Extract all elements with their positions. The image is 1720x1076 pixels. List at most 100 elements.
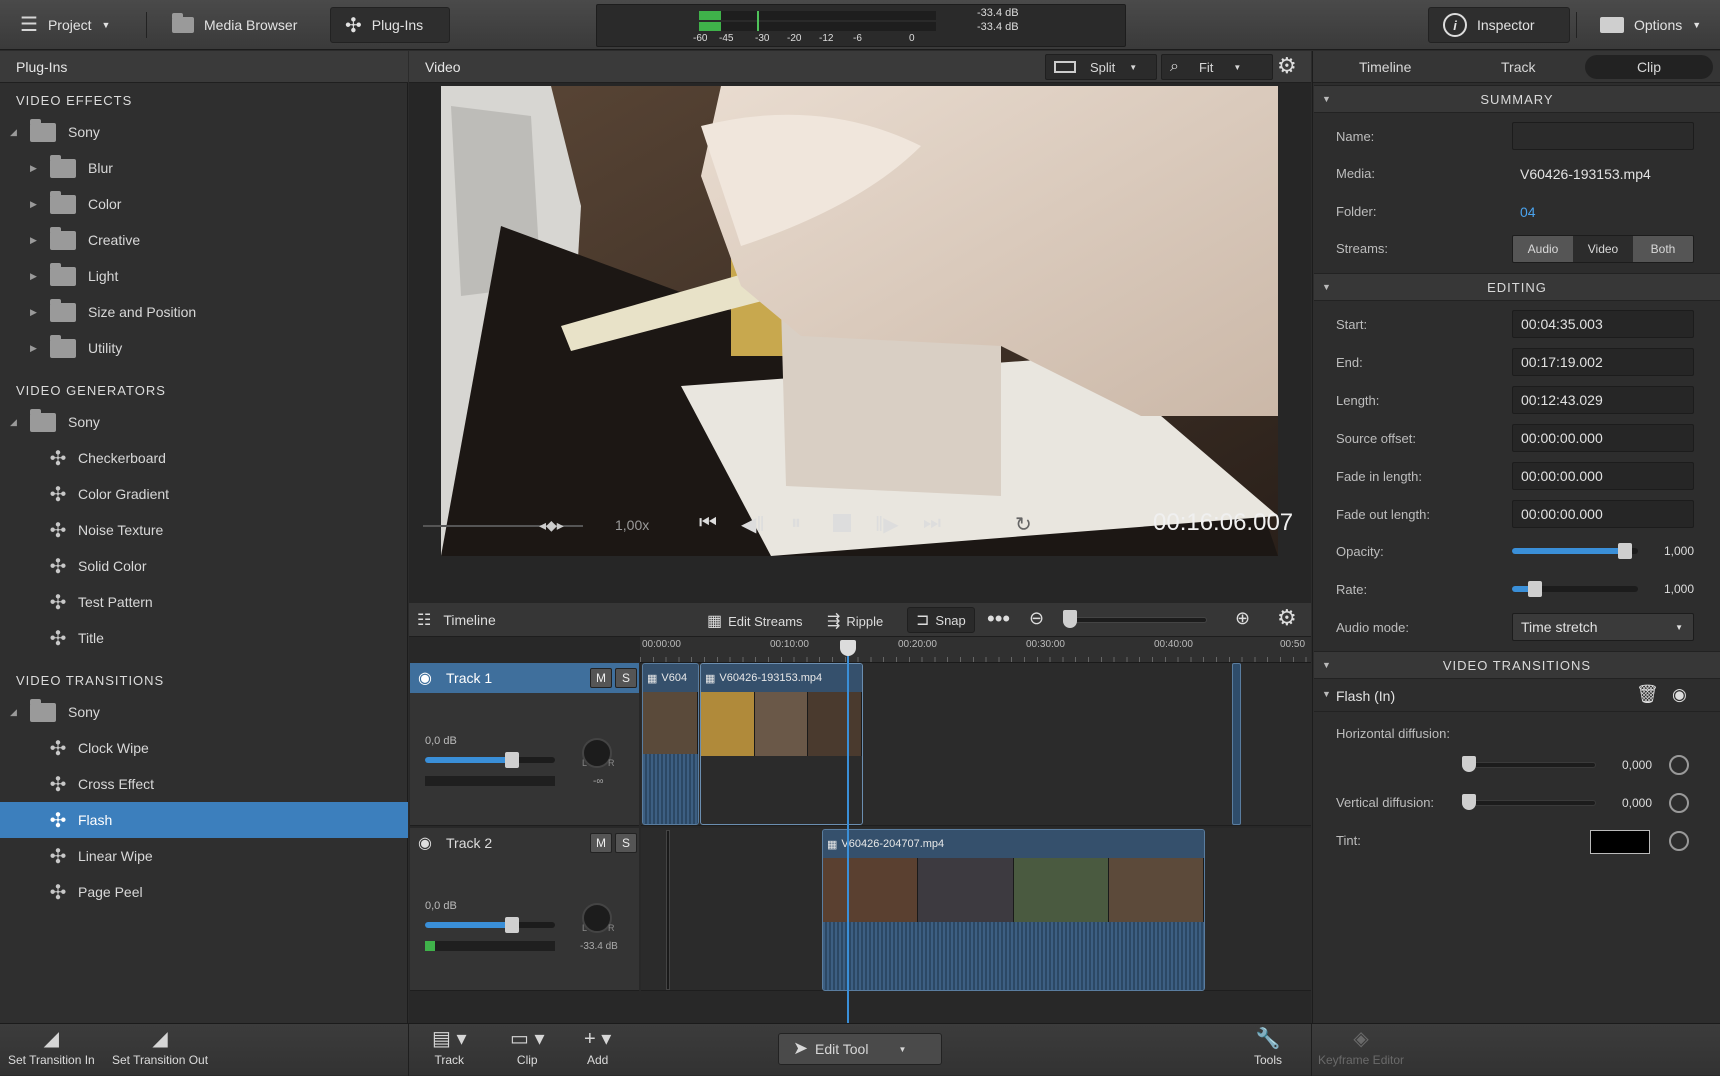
- eye-icon[interactable]: ◉: [418, 833, 432, 853]
- transition-clock-wipe[interactable]: ✣ Clock Wipe: [0, 730, 408, 766]
- tab-timeline[interactable]: Timeline: [1359, 59, 1411, 75]
- plugins-button[interactable]: ✣ Plug-Ins: [330, 7, 450, 43]
- clip-menu-button[interactable]: ▭ ▾ Clip: [510, 1028, 545, 1067]
- go-to-start-icon[interactable]: ⏮: [699, 512, 717, 535]
- transition-cross-effect[interactable]: ✣ Cross Effect: [0, 766, 408, 802]
- split-dropdown[interactable]: Split ▼: [1045, 54, 1157, 80]
- transition-flash[interactable]: ✣ Flash: [0, 802, 408, 838]
- timeline-ruler[interactable]: 00:00:00 00:10:00 00:20:00 00:30:00 00:4…: [640, 637, 1311, 663]
- project-menu-button[interactable]: ☰ Project ▼: [6, 7, 124, 43]
- generator-color-gradient[interactable]: ✣ Color Gradient: [0, 476, 408, 512]
- timeline-clip-edge[interactable]: [1232, 663, 1241, 825]
- eye-icon[interactable]: ◉: [418, 668, 432, 688]
- options-button[interactable]: Options ▼: [1586, 7, 1715, 43]
- streams-both-button[interactable]: Both: [1633, 236, 1693, 262]
- audio-mode-dropdown[interactable]: Time stretch ▼: [1512, 613, 1694, 641]
- timeline-zoom-slider[interactable]: [1063, 617, 1207, 623]
- start-field[interactable]: 00:04:35.003: [1512, 310, 1694, 338]
- v-diffusion-thumb[interactable]: [1462, 794, 1476, 810]
- set-transition-in-button[interactable]: ◢ Set Transition In: [8, 1028, 95, 1067]
- v-diffusion-slider[interactable]: [1468, 800, 1596, 806]
- eye-icon[interactable]: ◉: [1672, 685, 1687, 705]
- zoom-in-icon[interactable]: ⊕: [1235, 608, 1250, 629]
- fade-in-field[interactable]: 00:00:00.000: [1512, 462, 1694, 490]
- track-volume-thumb[interactable]: [505, 917, 519, 933]
- tree-folder-light[interactable]: ▶ Light: [0, 258, 408, 294]
- editing-section-header[interactable]: ▼ EDITING: [1314, 273, 1720, 301]
- tree-folder-sony-transitions[interactable]: ◢ Sony: [0, 694, 408, 730]
- media-browser-button[interactable]: Media Browser: [158, 7, 311, 43]
- video-frame[interactable]: [441, 86, 1278, 556]
- track-2-header[interactable]: ◉ Track 2 MS 0,0 dB L R -33.4 dB: [410, 828, 639, 991]
- playhead-line[interactable]: [847, 641, 849, 1023]
- stop-icon[interactable]: [833, 514, 851, 532]
- keyframe-stopwatch-icon[interactable]: [1669, 793, 1689, 813]
- summary-section-header[interactable]: ▼ SUMMARY: [1314, 85, 1720, 113]
- zoom-out-icon[interactable]: ⊖: [1029, 608, 1044, 629]
- loop-icon[interactable]: ↻: [1015, 512, 1032, 537]
- tree-folder-blur[interactable]: ▶ Blur: [0, 150, 408, 186]
- end-field[interactable]: 00:17:19.002: [1512, 348, 1694, 376]
- track-volume-thumb[interactable]: [505, 752, 519, 768]
- tab-clip[interactable]: Clip: [1585, 55, 1713, 79]
- keyframe-editor-button[interactable]: ◈ Keyframe Editor: [1318, 1028, 1404, 1067]
- tree-folder-utility[interactable]: ▶ Utility: [0, 330, 408, 366]
- solo-button[interactable]: S: [615, 833, 637, 853]
- go-to-end-icon[interactable]: ⏭: [923, 512, 941, 535]
- video-transitions-section-header[interactable]: ▼ VIDEO TRANSITIONS: [1314, 651, 1720, 679]
- transition-linear-wipe[interactable]: ✣ Linear Wipe: [0, 838, 408, 874]
- edit-tool-dropdown[interactable]: ➤ Edit Tool ▼: [778, 1033, 942, 1065]
- pause-icon[interactable]: ⏸: [791, 512, 801, 535]
- generator-solid-color[interactable]: ✣ Solid Color: [0, 548, 408, 584]
- edit-streams-button[interactable]: ▦ Edit Streams: [707, 611, 803, 631]
- tree-folder-sony-effects[interactable]: ◢ Sony: [0, 114, 408, 150]
- streams-video-button[interactable]: Video: [1573, 236, 1633, 262]
- name-field[interactable]: [1512, 122, 1694, 150]
- transition-page-peel[interactable]: ✣ Page Peel: [0, 874, 408, 910]
- more-options-icon[interactable]: •••: [987, 606, 1010, 632]
- mute-button[interactable]: M: [590, 833, 612, 853]
- source-offset-field[interactable]: 00:00:00.000: [1512, 424, 1694, 452]
- h-diffusion-slider[interactable]: [1468, 762, 1596, 768]
- track-volume-slider[interactable]: [425, 757, 555, 763]
- snap-toggle[interactable]: ⊐ Snap: [907, 607, 975, 633]
- opacity-slider-thumb[interactable]: [1618, 543, 1633, 559]
- transition-item-header[interactable]: ▼ Flash (In) 🗑 ◉: [1314, 680, 1720, 712]
- tree-folder-sony-generators[interactable]: ◢ Sony: [0, 404, 408, 440]
- keyframe-stopwatch-icon[interactable]: [1669, 755, 1689, 775]
- set-transition-out-button[interactable]: ◢ Set Transition Out: [112, 1028, 208, 1067]
- previous-frame-icon[interactable]: ◀‖: [741, 512, 765, 537]
- gear-icon[interactable]: ⚙: [1277, 605, 1297, 631]
- gear-icon[interactable]: ⚙: [1277, 53, 1297, 79]
- track-volume-slider[interactable]: [425, 922, 555, 928]
- tab-track[interactable]: Track: [1501, 59, 1535, 75]
- mute-button[interactable]: M: [590, 668, 612, 688]
- tint-color-swatch[interactable]: [1590, 830, 1650, 854]
- h-diffusion-thumb[interactable]: [1462, 756, 1476, 772]
- generator-noise-texture[interactable]: ✣ Noise Texture: [0, 512, 408, 548]
- track-1-header[interactable]: ◉ Track 1 MS 0,0 dB L R -∞: [410, 663, 639, 826]
- keyframe-stopwatch-icon[interactable]: [1669, 831, 1689, 851]
- tree-folder-color[interactable]: ▶ Color: [0, 186, 408, 222]
- playhead-handle[interactable]: [840, 640, 856, 656]
- timeline-clip-selected[interactable]: ▦ V60426-193153.mp4: [700, 663, 863, 825]
- next-frame-icon[interactable]: ‖▶: [875, 512, 899, 537]
- length-field[interactable]: 00:12:43.029: [1512, 386, 1694, 414]
- rate-slider-thumb[interactable]: [1527, 581, 1542, 597]
- zoom-fit-dropdown[interactable]: ⌕ Fit ▼: [1161, 54, 1273, 80]
- fade-out-field[interactable]: 00:00:00.000: [1512, 500, 1694, 528]
- generator-test-pattern[interactable]: ✣ Test Pattern: [0, 584, 408, 620]
- add-menu-button[interactable]: + ▾ Add: [584, 1028, 611, 1067]
- timeline-clip[interactable]: ▦ V604: [642, 663, 699, 825]
- tree-folder-creative[interactable]: ▶ Creative: [0, 222, 408, 258]
- tree-folder-size-position[interactable]: ▶ Size and Position: [0, 294, 408, 330]
- ripple-button[interactable]: ⇶ Ripple: [827, 611, 883, 631]
- track-menu-button[interactable]: ▤ ▾ Track: [432, 1028, 467, 1067]
- streams-audio-button[interactable]: Audio: [1513, 236, 1573, 262]
- generator-title[interactable]: ✣ Title: [0, 620, 408, 656]
- tools-menu-button[interactable]: 🔧 Tools: [1254, 1028, 1282, 1067]
- folder-link[interactable]: 04: [1520, 204, 1536, 220]
- inspector-button[interactable]: i Inspector: [1428, 7, 1570, 43]
- trash-icon[interactable]: 🗑: [1636, 684, 1659, 705]
- solo-button[interactable]: S: [615, 668, 637, 688]
